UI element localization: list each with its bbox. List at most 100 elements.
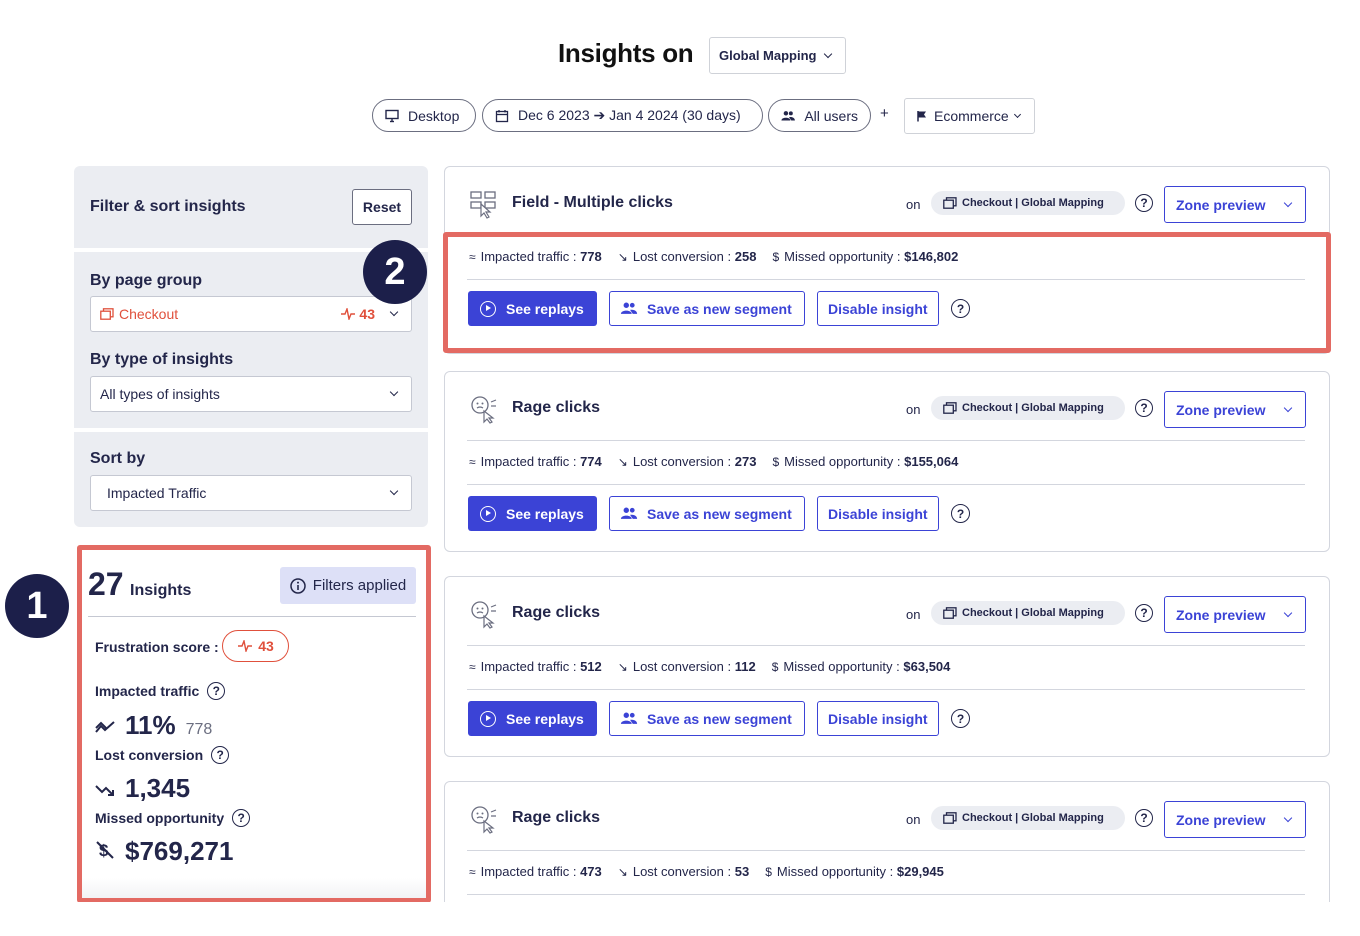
play-icon	[480, 710, 496, 727]
metric-value: 112	[734, 659, 756, 674]
metric-label: Missed opportunity :	[784, 249, 901, 264]
mapping-select[interactable]: Global Mapping	[709, 37, 846, 74]
device-filter-label: Desktop	[408, 107, 460, 124]
chevron-down-icon	[1284, 198, 1293, 208]
metric-value: 273	[734, 454, 757, 469]
on-label: on	[906, 812, 921, 827]
save-segment-label: Save as new segment	[647, 505, 792, 522]
multiple-clicks-icon	[470, 191, 496, 219]
see-replays-button[interactable]: See replays	[468, 291, 597, 326]
insight-title: Rage clicks	[512, 604, 601, 621]
date-range-filter[interactable]: Dec 6 2023 ➔ Jan 4 2024 (30 days)	[482, 99, 763, 132]
traffic-trend-icon	[95, 721, 115, 733]
desktop-icon	[385, 109, 399, 122]
lost-conversion-metric: ↘ Lost conversion : 258	[618, 249, 757, 264]
insight-title: Rage clicks	[512, 399, 601, 416]
zone-preview-label: Zone preview	[1176, 606, 1266, 623]
lost-conversion-value: 1,345	[95, 773, 190, 804]
missed-opportunity-label: Missed opportunity ?	[95, 809, 251, 827]
help-icon[interactable]: ?	[951, 709, 970, 728]
help-icon[interactable]: ?	[1135, 604, 1153, 622]
disable-insight-button[interactable]: Disable insight	[817, 496, 939, 531]
disable-insight-button[interactable]: Disable insight	[817, 701, 939, 736]
zone-preview-button[interactable]: Zone preview	[1164, 801, 1306, 838]
impacted-traffic-text: Impacted traffic	[95, 683, 200, 699]
help-icon[interactable]: ?	[951, 299, 970, 318]
page-chip[interactable]: Checkout | Global Mapping	[931, 396, 1125, 420]
page-chip[interactable]: Checkout | Global Mapping	[931, 191, 1125, 215]
divider	[467, 484, 1305, 485]
insight-type-select[interactable]: All types of insights	[90, 376, 412, 412]
see-replays-label: See replays	[506, 710, 584, 727]
impacted-traffic-metric: ≈ Impacted traffic : 512	[469, 659, 602, 674]
filter-sort-title: Filter & sort insights	[90, 198, 246, 215]
users-icon	[620, 507, 638, 519]
save-segment-button[interactable]: Save as new segment	[609, 291, 805, 326]
add-filter-button[interactable]: +	[880, 105, 889, 122]
page-group-score: 43	[359, 306, 375, 322]
traffic-trend-icon: ≈	[469, 250, 476, 264]
metric-label: Impacted traffic :	[480, 864, 577, 879]
trend-down-icon: ↘	[617, 455, 628, 469]
rage-clicks-icon	[471, 806, 497, 834]
viewport-edge	[52, 902, 1352, 936]
missed-opportunity-metric: $ Missed opportunity : $29,945	[765, 864, 944, 879]
insight-metrics: ≈ Impacted traffic : 778 ↘ Lost conversion…	[469, 249, 958, 264]
divider	[88, 616, 416, 617]
page-chip[interactable]: Checkout | Global Mapping	[931, 806, 1125, 830]
filters-applied-button[interactable]: Filters applied	[280, 567, 416, 604]
sort-by-select[interactable]: Impacted Traffic	[90, 475, 412, 511]
help-icon[interactable]: ?	[211, 746, 230, 764]
frustration-score-label: Frustration score :	[95, 639, 219, 655]
impacted-traffic-value: 11% 778	[95, 710, 212, 741]
help-icon[interactable]: ?	[1135, 399, 1153, 417]
goal-select[interactable]: Ecommerce	[904, 98, 1035, 134]
lost-conversion-text: Lost conversion	[95, 747, 204, 763]
chevron-down-icon	[389, 387, 399, 397]
missed-opportunity-value: $ $769,271	[95, 836, 233, 867]
insight-title: Field - Multiple clicks	[512, 194, 673, 211]
pulse-icon	[238, 640, 253, 652]
see-replays-button[interactable]: See replays	[468, 496, 597, 531]
no-money-icon: $	[772, 250, 780, 264]
insight-metrics: ≈ Impacted traffic : 473 ↘ Lost conversion…	[469, 864, 944, 879]
insights-count-label: Insights	[130, 582, 192, 599]
disable-insight-button[interactable]: Disable insight	[817, 291, 939, 326]
impacted-traffic-label: Impacted traffic ?	[95, 682, 226, 700]
audience-filter[interactable]: All users	[768, 99, 871, 132]
missed-opportunity-metric: $ Missed opportunity : $63,504	[772, 659, 951, 674]
trend-down-icon: ↘	[617, 865, 628, 879]
sort-by-value: Impacted Traffic	[107, 485, 207, 501]
save-segment-button[interactable]: Save as new segment	[609, 701, 805, 736]
insight-card: Field - Multiple clicks on Checkout | Gl…	[444, 166, 1330, 354]
page-chip[interactable]: Checkout | Global Mapping	[931, 601, 1125, 625]
mapping-select-label: Global Mapping	[719, 48, 817, 63]
on-label: on	[906, 402, 921, 417]
impacted-traffic-count: 778	[185, 721, 213, 738]
help-icon[interactable]: ?	[1135, 809, 1153, 827]
see-replays-button[interactable]: See replays	[468, 701, 597, 736]
traffic-trend-icon: ≈	[469, 660, 476, 674]
zone-preview-button[interactable]: Zone preview	[1164, 596, 1306, 633]
lost-conversion-metric: ↘ Lost conversion : 112	[618, 659, 756, 674]
zone-preview-button[interactable]: Zone preview	[1164, 186, 1306, 223]
save-segment-button[interactable]: Save as new segment	[609, 496, 805, 531]
zone-preview-button[interactable]: Zone preview	[1164, 391, 1306, 428]
insight-actions: See replays Save as new segment Disable …	[468, 701, 970, 736]
metric-label: Missed opportunity :	[783, 659, 900, 674]
page-icon	[100, 308, 114, 320]
page-icon	[943, 197, 957, 209]
page-icon	[943, 812, 957, 824]
device-filter[interactable]: Desktop	[372, 99, 476, 132]
trend-down-icon	[95, 785, 114, 796]
scroll-fade	[82, 878, 426, 898]
page-group-select[interactable]: Checkout 43	[90, 296, 412, 332]
insight-metrics: ≈ Impacted traffic : 774 ↘ Lost conversion…	[469, 454, 958, 469]
help-icon[interactable]: ?	[232, 809, 251, 827]
help-icon[interactable]: ?	[1135, 194, 1153, 212]
help-icon[interactable]: ?	[951, 504, 970, 523]
help-icon[interactable]: ?	[207, 682, 226, 700]
insight-card: Rage clicks on Checkout | Global Mapping…	[444, 371, 1330, 552]
divider	[467, 689, 1305, 690]
reset-button[interactable]: Reset	[352, 189, 412, 225]
